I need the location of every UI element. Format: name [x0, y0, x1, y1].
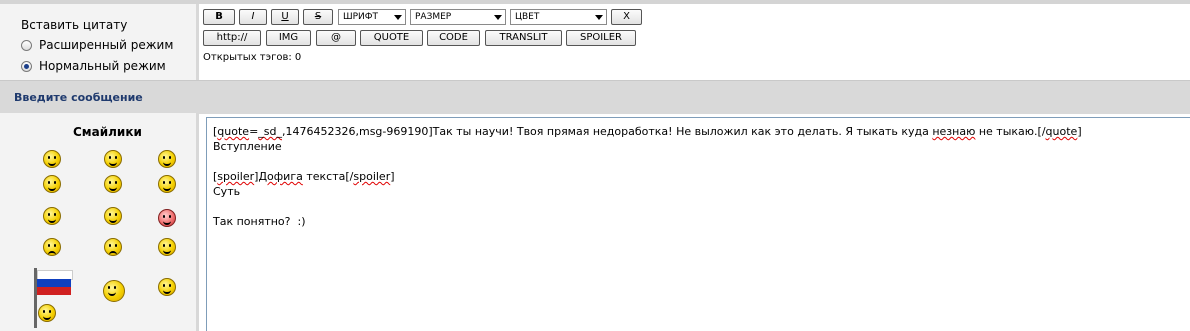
color-select-value: ЦВЕТ	[515, 12, 540, 22]
angel-icon[interactable]	[103, 280, 125, 302]
flag-blue-stripe	[37, 279, 71, 287]
message-header-label: Введите сообщение	[14, 91, 143, 104]
message-line	[213, 199, 1184, 214]
message-line: [spoiler]Дофига текста[/spoiler]	[213, 169, 1184, 184]
eyes-icon[interactable]	[158, 278, 176, 296]
size-select[interactable]: РАЗМЕР	[410, 9, 506, 25]
grin-icon[interactable]	[43, 175, 61, 193]
font-select[interactable]: ШРИФТ	[338, 9, 406, 25]
wink-icon[interactable]	[158, 175, 176, 193]
chevron-down-icon	[394, 15, 402, 20]
message-line: [quote=_sd_,1476452326,msg-969190]Так ты…	[213, 124, 1184, 139]
laugh-icon[interactable]	[104, 150, 122, 168]
radio-normal-mode[interactable]: Нормальный режим	[21, 59, 166, 73]
img-button[interactable]: IMG	[266, 30, 311, 46]
message-text: Вступление	[213, 140, 282, 153]
message-line: Вступление	[213, 139, 1184, 154]
radio-label: Нормальный режим	[39, 59, 166, 73]
smile-icon[interactable]	[158, 150, 176, 168]
strike-button[interactable]: S	[303, 9, 333, 25]
misspelled-word: незнаю	[932, 125, 976, 138]
message-text: =	[249, 125, 259, 138]
shocked-icon[interactable]	[158, 238, 176, 256]
sad-icon[interactable]	[104, 238, 122, 256]
smileys-panel: Смайлики	[0, 113, 196, 331]
message-line: Так понятно? :)	[213, 214, 1184, 229]
code-button[interactable]: CODE	[427, 30, 480, 46]
translit-button[interactable]: TRANSLIT	[485, 30, 562, 46]
chevron-down-icon	[494, 15, 502, 20]
quote-title: Вставить цитату	[21, 18, 128, 32]
quote-button[interactable]: QUOTE	[360, 30, 423, 46]
radio-button[interactable]	[21, 60, 32, 72]
message-text: ]	[1077, 125, 1082, 138]
font-select-value: ШРИФТ	[343, 12, 379, 22]
message-text: текста[/	[302, 170, 354, 183]
flag-red-stripe	[37, 287, 71, 295]
message-text: ,1476452326,msg-969190]Так ты научи! Тво…	[282, 125, 933, 138]
message-textarea[interactable]: [quote=_sd_,1476452326,msg-969190]Так ты…	[206, 117, 1190, 331]
close-tags-button[interactable]: X	[611, 9, 642, 25]
smile-icon	[38, 304, 56, 322]
size-select-value: РАЗМЕР	[415, 12, 452, 22]
message-text: Так понятно? :)	[213, 215, 306, 228]
message-text: не тыкаю.[/	[975, 125, 1046, 138]
underline-button[interactable]: U	[271, 9, 299, 25]
misspelled-word: spoiler	[217, 170, 255, 183]
message-text: Суть	[213, 185, 241, 198]
misspelled-word: quote	[1045, 125, 1078, 138]
spoiler-button[interactable]: SPOILER	[566, 30, 636, 46]
chevron-down-icon	[595, 15, 603, 20]
love-icon[interactable]	[158, 209, 176, 227]
smile-icon[interactable]	[43, 150, 61, 168]
message-text: ]	[390, 170, 395, 183]
smileys-title: Смайлики	[73, 125, 142, 139]
misspelled-word: quote	[217, 125, 250, 138]
radio-extended-mode[interactable]: Расширенный режим	[21, 38, 173, 52]
bold-button[interactable]: B	[203, 9, 235, 25]
message-header-bar: Введите сообщение	[0, 80, 1190, 114]
open-tags-counter: Открытых тэгов: 0	[203, 52, 302, 63]
http-button[interactable]: http://	[203, 30, 261, 46]
sleepy-icon[interactable]	[43, 207, 61, 225]
message-line: Суть	[213, 184, 1184, 199]
quote-options-panel: Вставить цитату Расширенный режим Нормал…	[0, 4, 196, 80]
misspelled-word: _sd_	[258, 125, 282, 138]
misspelled-word: Дофига	[258, 170, 303, 183]
message-line	[213, 154, 1184, 169]
angry-icon[interactable]	[43, 238, 61, 256]
flag-smiley-icon[interactable]	[34, 268, 74, 328]
color-select[interactable]: ЦВЕТ	[510, 9, 607, 25]
misspelled-word: spoiler	[353, 170, 391, 183]
italic-button[interactable]: I	[239, 9, 267, 25]
laugh-icon[interactable]	[104, 175, 122, 193]
smile-icon[interactable]	[104, 207, 122, 225]
column-divider	[196, 113, 199, 331]
radio-label: Расширенный режим	[39, 38, 174, 52]
at-button[interactable]: @	[316, 30, 356, 46]
radio-button[interactable]	[21, 39, 32, 51]
